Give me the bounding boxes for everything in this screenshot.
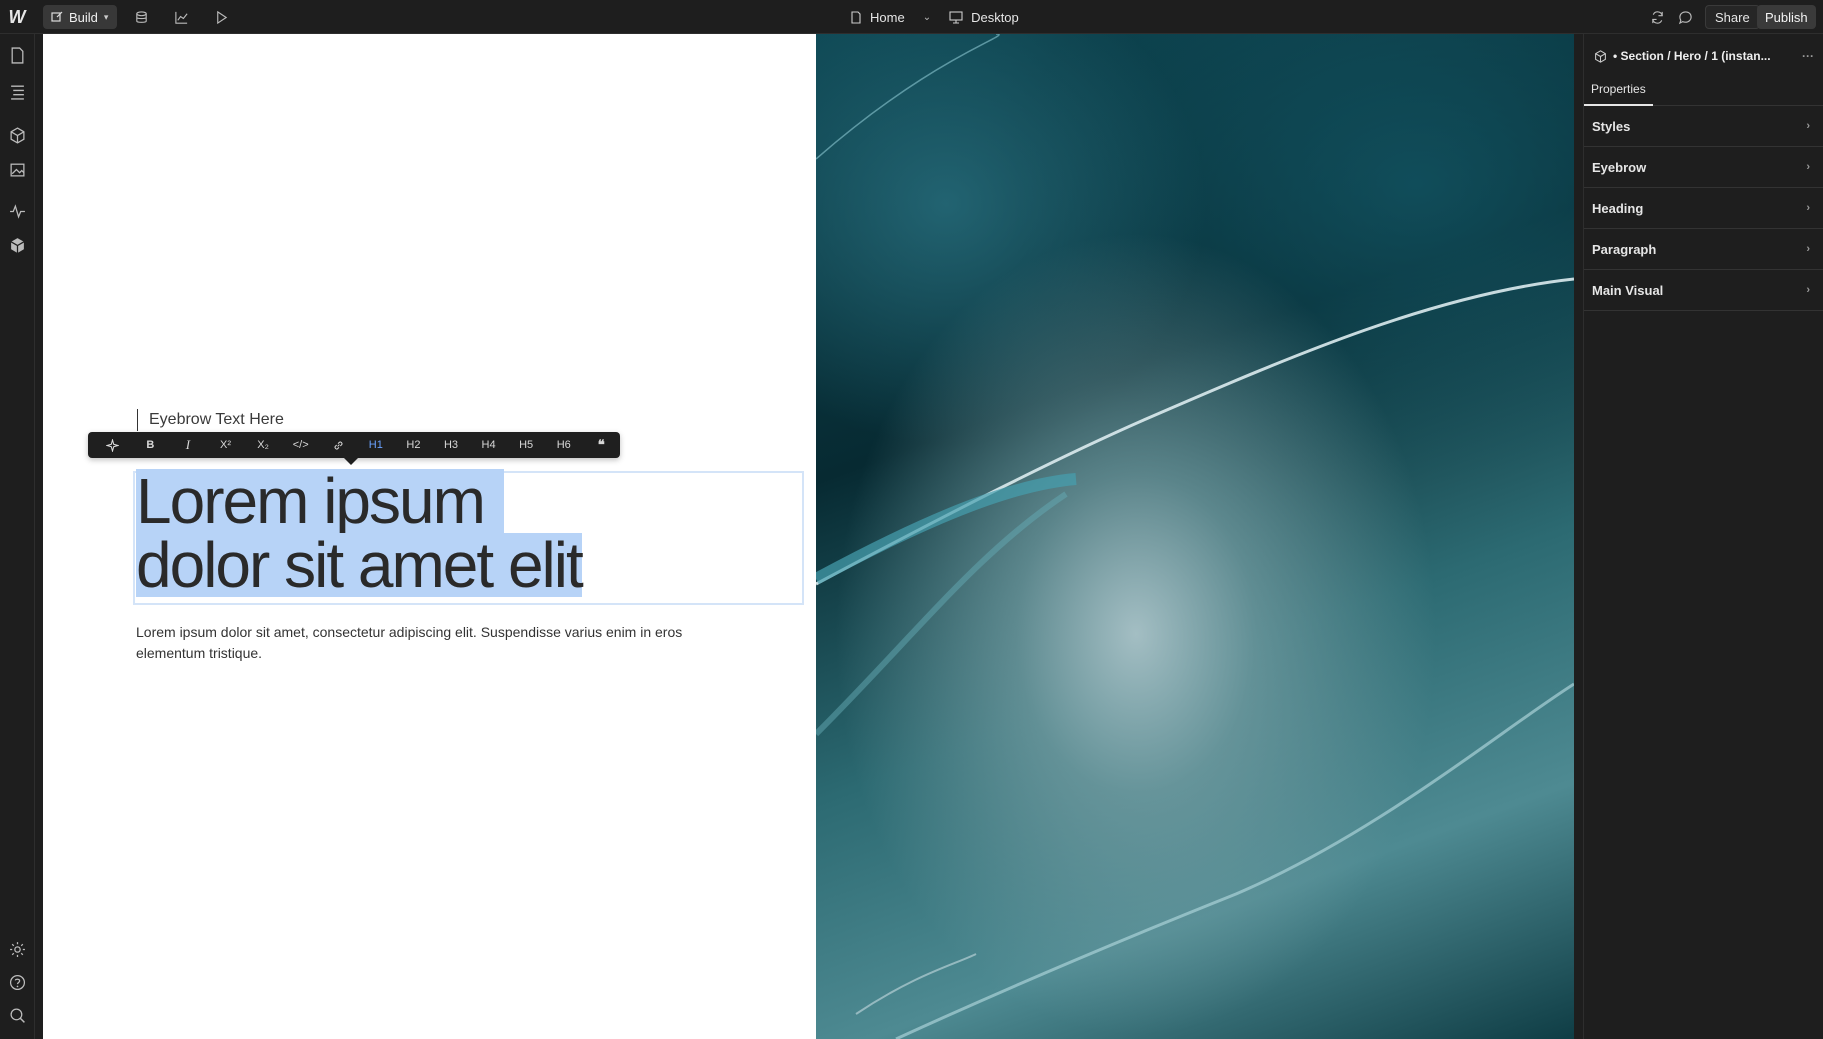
superscript-button[interactable]: X² bbox=[207, 432, 245, 458]
heading-line-1: Lorem ipsum bbox=[136, 469, 504, 533]
section-main-visual[interactable]: Main Visual › bbox=[1584, 270, 1823, 311]
section-label: Eyebrow bbox=[1592, 159, 1647, 175]
preview-play-icon[interactable] bbox=[211, 7, 231, 27]
tab-properties[interactable]: Properties bbox=[1584, 74, 1653, 106]
hero-heading[interactable]: Lorem ipsum dolor sit amet elit bbox=[136, 469, 584, 601]
chevron-right-icon: › bbox=[1806, 284, 1810, 296]
search-icon[interactable] bbox=[7, 1005, 27, 1025]
h1-button[interactable]: H1 bbox=[357, 432, 395, 458]
share-button[interactable]: Share bbox=[1705, 5, 1760, 29]
apps-cube-icon[interactable] bbox=[7, 235, 27, 255]
h3-button[interactable]: H3 bbox=[432, 432, 470, 458]
assets-image-icon[interactable] bbox=[7, 159, 27, 179]
page-icon bbox=[851, 10, 861, 24]
interactions-pulse-icon[interactable] bbox=[7, 201, 27, 221]
blockquote-button[interactable]: ❝ bbox=[583, 432, 621, 458]
chevron-right-icon: › bbox=[1806, 202, 1810, 214]
comments-icon[interactable] bbox=[1675, 7, 1695, 27]
edit-icon bbox=[51, 11, 63, 22]
panel-tabs: Properties bbox=[1584, 74, 1823, 106]
top-bar: W Build ▾ Home ⌄ Desktop Share Publish bbox=[0, 0, 1823, 34]
page-chevron-down-icon[interactable]: ⌄ bbox=[923, 12, 931, 23]
device-selector[interactable]: Desktop bbox=[971, 10, 1019, 25]
webflow-logo-icon[interactable]: W bbox=[6, 7, 28, 27]
section-label: Paragraph bbox=[1592, 241, 1657, 257]
eyebrow-text[interactable]: Eyebrow Text Here bbox=[137, 409, 284, 431]
chevron-right-icon: › bbox=[1806, 243, 1810, 255]
more-options-icon[interactable]: ··· bbox=[1802, 49, 1814, 63]
toolbar-pointer bbox=[344, 458, 358, 465]
settings-gear-icon[interactable] bbox=[7, 939, 27, 959]
components-icon[interactable] bbox=[7, 125, 27, 145]
abstract-wave-image bbox=[816, 34, 1574, 1039]
pages-icon[interactable] bbox=[7, 45, 27, 65]
panel-header: • Section / Hero / 1 (instan... ··· bbox=[1594, 46, 1814, 66]
section-label: Styles bbox=[1592, 118, 1631, 134]
sparkle-icon bbox=[106, 438, 120, 452]
text-format-toolbar: B I X² X₂ </> H1 H2 H3 H4 H5 H6 ❝ bbox=[88, 432, 621, 465]
left-toolbar bbox=[0, 34, 35, 1039]
section-label: Heading bbox=[1592, 200, 1644, 216]
page-selector[interactable]: Home bbox=[870, 10, 905, 25]
italic-button[interactable]: I bbox=[169, 432, 207, 458]
link-button[interactable] bbox=[319, 432, 357, 458]
cms-database-icon[interactable] bbox=[131, 7, 151, 27]
help-icon[interactable] bbox=[7, 972, 27, 992]
sync-icon[interactable] bbox=[1647, 7, 1667, 27]
navigator-icon[interactable] bbox=[7, 81, 27, 101]
section-styles[interactable]: Styles › bbox=[1584, 106, 1823, 147]
page-device-nav: Home ⌄ Desktop bbox=[850, 7, 1019, 27]
analytics-chart-icon[interactable] bbox=[171, 7, 191, 27]
subscript-button[interactable]: X₂ bbox=[244, 432, 282, 458]
hero-main-visual[interactable] bbox=[816, 34, 1574, 1039]
chevron-down-icon: ▾ bbox=[103, 11, 109, 22]
bold-button[interactable]: B bbox=[132, 432, 170, 458]
section-paragraph[interactable]: Paragraph › bbox=[1584, 229, 1823, 270]
right-properties-panel: • Section / Hero / 1 (instan... ··· Prop… bbox=[1583, 34, 1823, 1039]
h4-button[interactable]: H4 bbox=[470, 432, 508, 458]
section-eyebrow[interactable]: Eyebrow › bbox=[1584, 147, 1823, 188]
component-instance-icon bbox=[1595, 49, 1606, 63]
heading-line-2: dolor sit amet elit bbox=[136, 529, 584, 601]
desktop-icon bbox=[949, 10, 963, 24]
chevron-right-icon: › bbox=[1806, 161, 1810, 173]
code-button[interactable]: </> bbox=[282, 432, 320, 458]
build-mode-label: Build bbox=[69, 9, 98, 25]
hero-paragraph[interactable]: Lorem ipsum dolor sit amet, consectetur … bbox=[136, 622, 736, 664]
design-canvas[interactable]: Eyebrow Text Here Lorem ipsum dolor sit … bbox=[43, 34, 1574, 1039]
h6-button[interactable]: H6 bbox=[545, 432, 583, 458]
section-label: Main Visual bbox=[1592, 282, 1664, 298]
build-mode-button[interactable]: Build ▾ bbox=[43, 5, 117, 29]
selected-element-title: • Section / Hero / 1 (instan... bbox=[1613, 49, 1771, 63]
publish-button[interactable]: Publish bbox=[1757, 5, 1816, 29]
section-heading[interactable]: Heading › bbox=[1584, 188, 1823, 229]
ai-sparkle-button[interactable] bbox=[94, 432, 132, 458]
link-icon bbox=[334, 440, 343, 450]
chevron-right-icon: › bbox=[1806, 120, 1810, 132]
h2-button[interactable]: H2 bbox=[395, 432, 433, 458]
h5-button[interactable]: H5 bbox=[507, 432, 545, 458]
